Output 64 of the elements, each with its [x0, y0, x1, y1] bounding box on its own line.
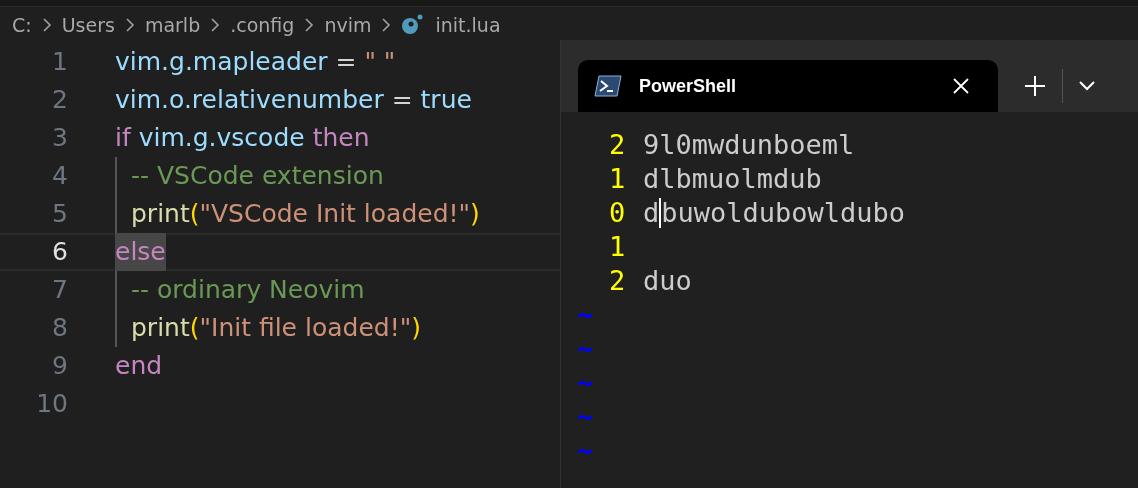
- relative-line-number: 2: [609, 128, 627, 162]
- line-number: 10: [35, 388, 68, 421]
- code-token: " ": [364, 46, 396, 79]
- line-number: 8: [51, 312, 68, 345]
- relative-line-number: 0: [609, 196, 627, 230]
- breadcrumb-item[interactable]: .config: [230, 10, 295, 40]
- code-token: print: [131, 198, 190, 231]
- breadcrumb-item[interactable]: Users: [61, 10, 115, 40]
- relative-line-number: 1: [609, 230, 627, 264]
- line-number: 3: [51, 122, 68, 155]
- breadcrumb-item[interactable]: C:: [12, 10, 32, 40]
- terminal-line: d: [643, 196, 660, 230]
- relative-line-number: 2: [609, 264, 627, 298]
- terminal-line: 9l0mwdunboeml: [643, 128, 855, 162]
- line-number: 7: [51, 274, 68, 307]
- breadcrumb-item[interactable]: marlb: [144, 10, 201, 40]
- code-token: ): [411, 312, 421, 345]
- chevron-icon: [381, 17, 392, 33]
- code-token: then: [312, 122, 370, 155]
- code-token: (: [189, 312, 200, 345]
- line-number: 4: [51, 160, 68, 193]
- close-icon[interactable]: [952, 77, 970, 95]
- empty-line-marker: ~: [577, 434, 594, 468]
- terminal-line: dlbmuolmdub: [643, 162, 822, 196]
- code-token: if: [115, 122, 131, 155]
- empty-line-marker: ~: [577, 298, 594, 332]
- code-token: =: [390, 84, 414, 117]
- powershell-icon: [594, 75, 622, 97]
- line-number: 9: [51, 350, 68, 383]
- code-token: end: [115, 350, 163, 383]
- relative-line-number: 1: [609, 162, 627, 196]
- line-number: 5: [51, 198, 68, 231]
- code-token: vim.g.vscode: [137, 122, 306, 155]
- code-token: "Init file loaded!": [199, 312, 412, 345]
- code-token: -- ordinary Neovim: [131, 274, 365, 307]
- tab-title: PowerShell: [639, 74, 737, 98]
- plus-icon[interactable]: [1024, 75, 1046, 97]
- code-token: true: [420, 84, 472, 117]
- lua-file-icon: [401, 14, 424, 36]
- code-token: "VSCode Init loaded!": [199, 198, 471, 231]
- code-token: -- VSCode extension: [131, 160, 384, 193]
- code-token: vim.o.relativenumber: [115, 84, 384, 117]
- chevron-icon: [304, 17, 315, 33]
- terminal-line: duo: [643, 264, 692, 298]
- empty-line-marker: ~: [577, 366, 594, 400]
- breadcrumb-item[interactable]: nvim: [324, 10, 372, 40]
- code-token: =: [334, 46, 358, 79]
- chevron-icon: [41, 17, 52, 33]
- chevron-icon: [124, 17, 135, 33]
- line-number: 1: [51, 46, 68, 79]
- empty-line-marker: ~: [577, 400, 594, 434]
- breadcrumb-item[interactable]: init.lua: [435, 10, 501, 40]
- line-number: 6: [51, 236, 68, 269]
- code-token: vim.g.mapleader: [115, 46, 328, 79]
- chevron-icon: [210, 17, 221, 33]
- terminal-line: buwoldubowldubo: [661, 196, 906, 230]
- code-token: (: [189, 198, 200, 231]
- empty-line-marker: ~: [577, 332, 594, 366]
- code-token: ): [470, 198, 480, 231]
- terminal-tab[interactable]: PowerShell: [578, 60, 998, 112]
- code-token: print: [131, 312, 190, 345]
- line-number: 2: [51, 84, 68, 117]
- code-token: else: [115, 233, 166, 271]
- chevron-down-icon[interactable]: [1079, 81, 1095, 91]
